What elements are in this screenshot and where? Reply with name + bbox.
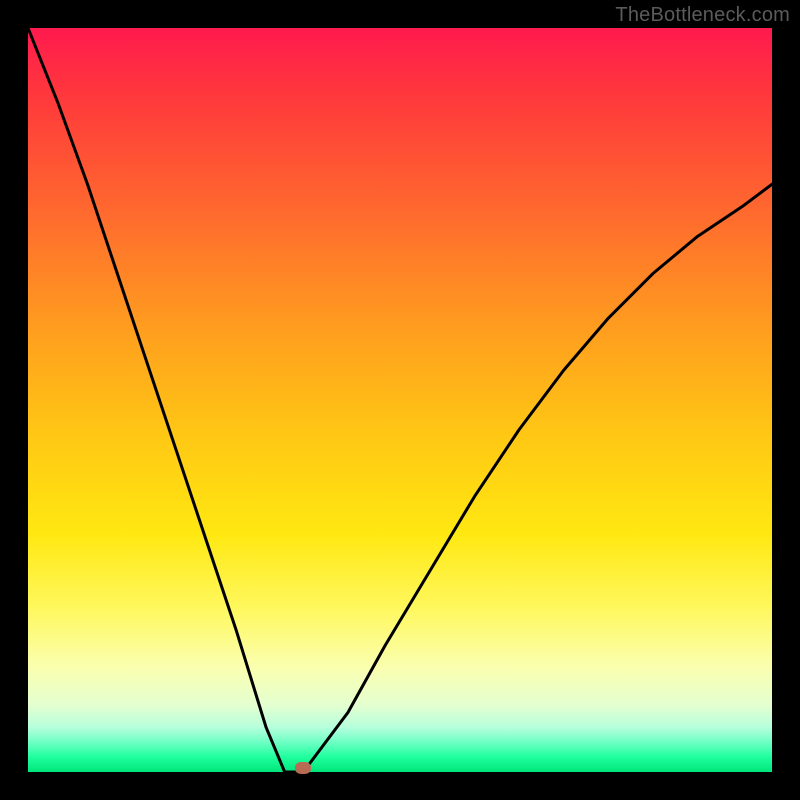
- curve-svg: [28, 28, 772, 772]
- bottleneck-curve: [28, 28, 772, 772]
- chart-frame: TheBottleneck.com: [0, 0, 800, 800]
- watermark-text: TheBottleneck.com: [615, 4, 790, 27]
- optimum-marker: [295, 762, 311, 774]
- plot-area: [28, 28, 772, 772]
